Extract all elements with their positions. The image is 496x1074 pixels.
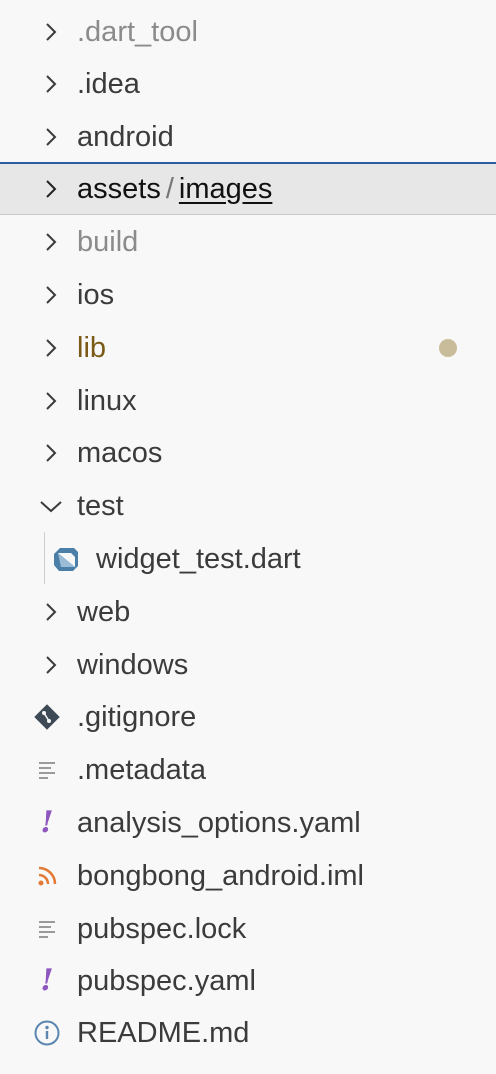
- chevron-right-icon: [46, 603, 57, 621]
- path-separator: /: [165, 173, 174, 205]
- text-lines-icon: [32, 914, 62, 944]
- tree-item-label: macos: [77, 437, 163, 469]
- tree-item-label: android: [77, 121, 174, 153]
- rss-feed-icon: [32, 861, 62, 891]
- tree-item-label: bongbong_android.iml: [77, 860, 364, 892]
- tree-item-label: .gitignore: [77, 701, 197, 733]
- tree-item-label: ios: [77, 279, 115, 311]
- chevron-down-icon: [40, 501, 62, 513]
- modified-dot-indicator: [439, 339, 457, 357]
- tree-item-assets-images[interactable]: assets / images: [0, 162, 496, 215]
- tree-item-label: web: [77, 596, 131, 628]
- chevron-right-icon: [46, 392, 57, 410]
- tree-item-pubspec-lock[interactable]: pubspec.lock: [0, 903, 496, 955]
- info-circle-icon: [32, 1018, 62, 1048]
- tree-item-dart-tool[interactable]: .dart_tool: [0, 6, 496, 58]
- text-lines-icon: [32, 755, 62, 785]
- tree-item-linux[interactable]: linux: [0, 375, 496, 427]
- tree-item-label: assets / images: [77, 164, 272, 214]
- tree-item-label: windows: [77, 649, 189, 681]
- dart-icon: [51, 544, 81, 574]
- file-explorer-tree: .dart_tool .idea android assets / images b…: [0, 0, 496, 1074]
- chevron-right-icon: [46, 128, 57, 146]
- tree-item-widget-test-dart[interactable]: widget_test.dart: [0, 533, 496, 585]
- yaml-exclamation-icon: !: [40, 963, 54, 998]
- tree-item-macos[interactable]: macos: [0, 427, 496, 479]
- tree-item-test[interactable]: test: [0, 480, 496, 532]
- compact-folder-segment-images[interactable]: images: [179, 173, 273, 205]
- tree-item-label: analysis_options.yaml: [77, 807, 361, 839]
- tree-item-analysis-options-yaml[interactable]: ! analysis_options.yaml: [0, 797, 496, 849]
- tree-item-label: widget_test.dart: [96, 543, 301, 575]
- chevron-right-icon: [46, 339, 57, 357]
- compact-folder-segment-assets[interactable]: assets: [77, 173, 161, 205]
- tree-item-web[interactable]: web: [0, 586, 496, 638]
- chevron-right-icon: [46, 656, 57, 674]
- tree-item-idea[interactable]: .idea: [0, 58, 496, 110]
- tree-item-windows[interactable]: windows: [0, 639, 496, 691]
- tree-item-label: .idea: [77, 68, 140, 100]
- git-icon: [32, 702, 62, 732]
- tree-item-gitignore[interactable]: .gitignore: [0, 691, 496, 743]
- tree-item-label: README.md: [77, 1017, 250, 1049]
- tree-item-label: build: [77, 226, 139, 258]
- tree-item-lib[interactable]: lib: [0, 322, 496, 374]
- yaml-exclamation-icon: !: [40, 805, 54, 840]
- tree-item-bongbong-android-iml[interactable]: bongbong_android.iml: [0, 850, 496, 902]
- chevron-right-icon: [46, 233, 57, 251]
- chevron-right-icon: [46, 75, 57, 93]
- tree-item-ios[interactable]: ios: [0, 269, 496, 321]
- tree-item-label: lib: [77, 332, 107, 364]
- tree-item-label: linux: [77, 385, 137, 417]
- chevron-right-icon: [46, 286, 57, 304]
- tree-item-label: pubspec.yaml: [77, 965, 256, 997]
- tree-item-label: test: [77, 490, 124, 522]
- tree-item-label: .metadata: [77, 754, 206, 786]
- chevron-right-icon: [46, 444, 57, 462]
- tree-item-readme-md[interactable]: README.md: [0, 1007, 496, 1059]
- tree-item-metadata[interactable]: .metadata: [0, 744, 496, 796]
- tree-item-label: pubspec.lock: [77, 913, 247, 945]
- chevron-right-icon: [46, 23, 57, 41]
- tree-item-label: .dart_tool: [77, 16, 198, 48]
- chevron-right-icon: [46, 180, 57, 198]
- tree-item-build[interactable]: build: [0, 216, 496, 268]
- tree-item-pubspec-yaml[interactable]: ! pubspec.yaml: [0, 955, 496, 1007]
- tree-item-android[interactable]: android: [0, 111, 496, 163]
